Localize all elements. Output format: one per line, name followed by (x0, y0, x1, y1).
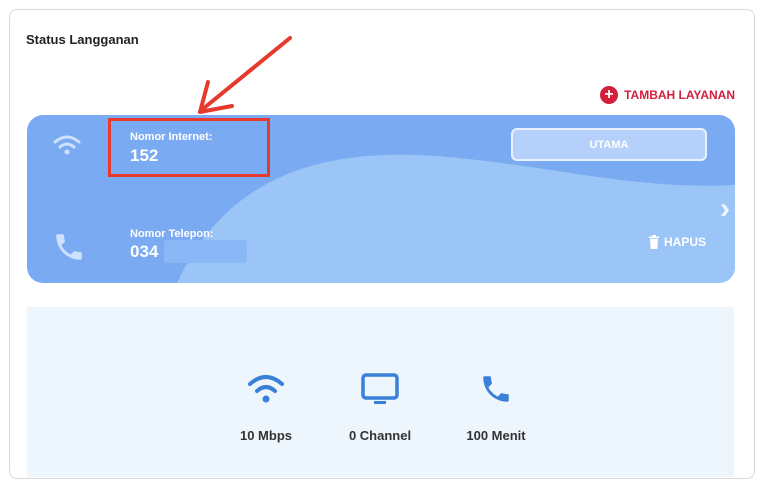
wifi-icon (248, 375, 284, 403)
annotation-arrow (198, 36, 292, 114)
add-service-button[interactable]: + TAMBAH LAYANAN (600, 86, 735, 104)
chevron-right-icon[interactable]: › (720, 192, 730, 226)
feature-speed-label: 10 Mbps (239, 428, 292, 443)
wifi-icon (53, 135, 81, 155)
phone-icon (483, 376, 509, 402)
feature-channel-label: 0 Channel (348, 428, 412, 443)
primary-button[interactable]: UTAMA (511, 128, 707, 161)
trash-icon (649, 235, 659, 249)
redaction-mask (164, 240, 247, 263)
phone-icon (56, 234, 82, 260)
chevron-left-icon[interactable]: ‹ (18, 192, 28, 226)
feature-channel: 0 Channel (325, 372, 435, 443)
phone-number-value: 034 (130, 242, 159, 261)
phone-number-label: Nomor Telepon: (130, 228, 214, 240)
feature-speed: 10 Mbps (211, 372, 321, 443)
annotation-highlight-box (108, 118, 270, 177)
feature-voice: 100 Menit (441, 372, 551, 443)
plus-icon: + (600, 86, 619, 104)
delete-button[interactable]: HAPUS (648, 235, 706, 249)
add-service-label: TAMBAH LAYANAN (624, 88, 735, 102)
tv-icon (361, 373, 399, 404)
delete-label: HAPUS (664, 235, 707, 249)
feature-voice-label: 100 Menit (466, 428, 526, 443)
section-title: Status Langganan (26, 32, 139, 47)
